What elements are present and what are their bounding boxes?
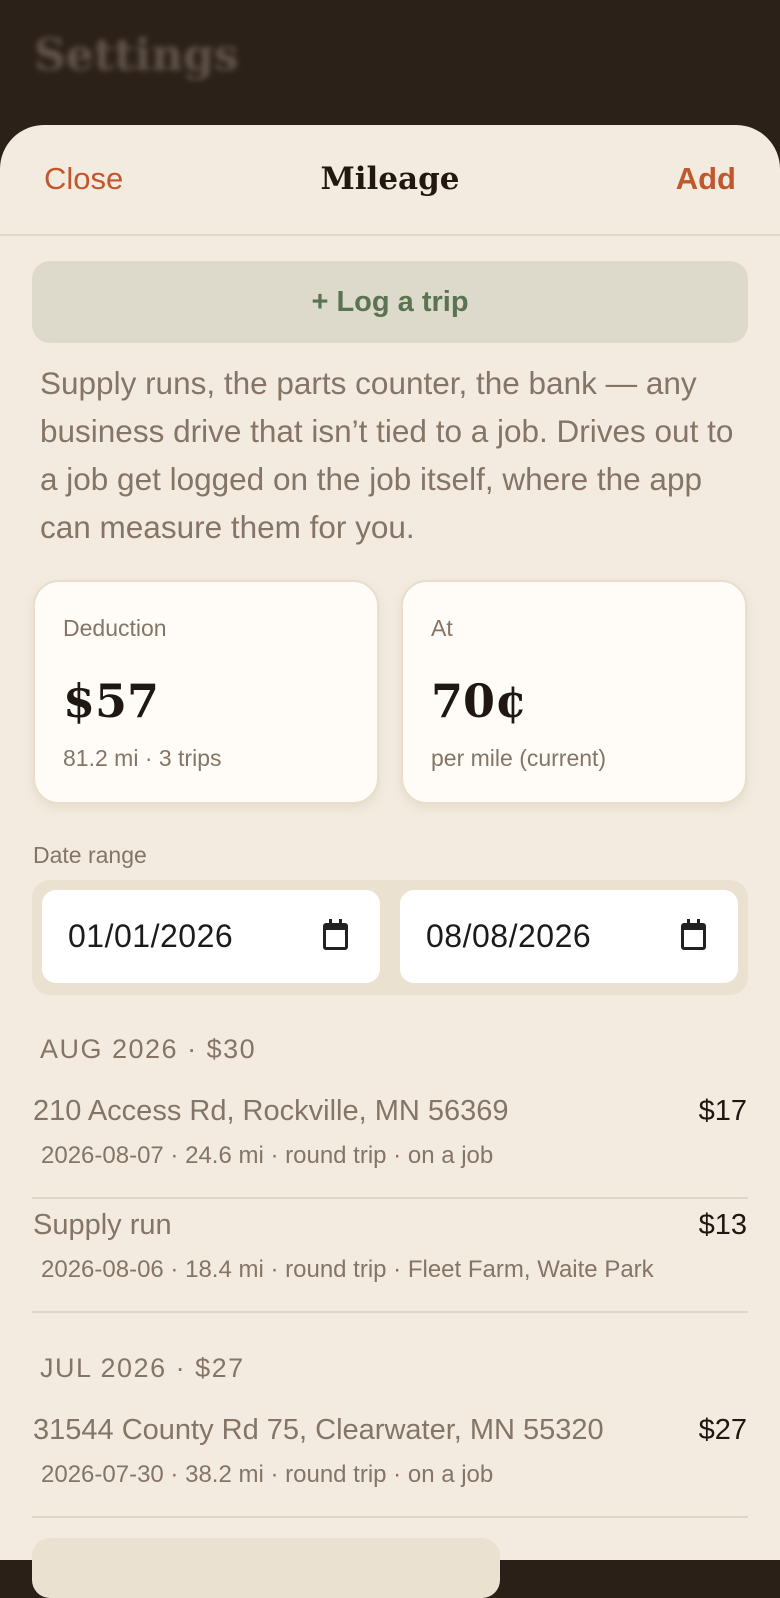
intro-text: Supply runs, the parts counter, the bank… [40, 365, 734, 545]
group-header-aug: AUG 2026 · $30 [40, 1034, 257, 1064]
trip-amount: $13 [698, 1209, 747, 1241]
page-title: Mileage [320, 161, 460, 197]
deduction-value: $57 [63, 674, 160, 728]
trip-title: 210 Access Rd, Rockville, MN 56369 [33, 1095, 509, 1127]
sheet-header: Close Mileage Add [0, 125, 780, 236]
date-range-label: Date range [33, 842, 147, 868]
rate-sub: per mile (current) [431, 745, 607, 771]
calendar-icon[interactable] [681, 919, 706, 950]
rate-card: At 70¢ per mile (current) [401, 580, 747, 804]
backdrop-title: Settings [34, 30, 239, 81]
trip-meta: 2026-07-30 · 38.2 mi · round trip · on a… [41, 1461, 494, 1488]
date-to-input[interactable]: 08/08/2026 [400, 890, 738, 983]
date-to-value: 08/08/2026 [426, 918, 592, 954]
trip-title: Supply run [33, 1209, 172, 1241]
date-range-box: 01/01/2026 08/08/2026 [32, 880, 748, 995]
trip-meta: 2026-08-07 · 24.6 mi · round trip · on a… [41, 1142, 494, 1169]
load-more-button[interactable] [32, 1538, 500, 1598]
trip-row[interactable]: 31544 County Rd 75, Clearwater, MN 55320… [32, 1404, 748, 1518]
backdrop-header: Settings [0, 0, 780, 140]
deduction-label: Deduction [63, 615, 167, 641]
date-from-input[interactable]: 01/01/2026 [42, 890, 380, 983]
trip-amount: $27 [698, 1414, 747, 1446]
add-button[interactable]: Add [676, 161, 736, 197]
date-from-value: 01/01/2026 [68, 918, 234, 954]
trip-row[interactable]: Supply run $13 2026-08-06 · 18.4 mi · ro… [32, 1199, 748, 1313]
deduction-card: Deduction $57 81.2 mi · 3 trips [33, 580, 379, 804]
group-header-jul: JUL 2026 · $27 [40, 1353, 245, 1383]
rate-value: 70¢ [431, 674, 528, 728]
trip-row[interactable]: 210 Access Rd, Rockville, MN 56369 $17 2… [32, 1085, 748, 1199]
trip-meta: 2026-08-06 · 18.4 mi · round trip · Flee… [41, 1256, 654, 1283]
rate-label: At [431, 615, 453, 641]
trip-title: 31544 County Rd 75, Clearwater, MN 55320 [33, 1414, 604, 1446]
deduction-sub: 81.2 mi · 3 trips [63, 745, 222, 771]
log-trip-button[interactable]: + Log a trip [32, 261, 748, 343]
trip-amount: $17 [698, 1095, 747, 1127]
calendar-icon[interactable] [323, 919, 348, 950]
